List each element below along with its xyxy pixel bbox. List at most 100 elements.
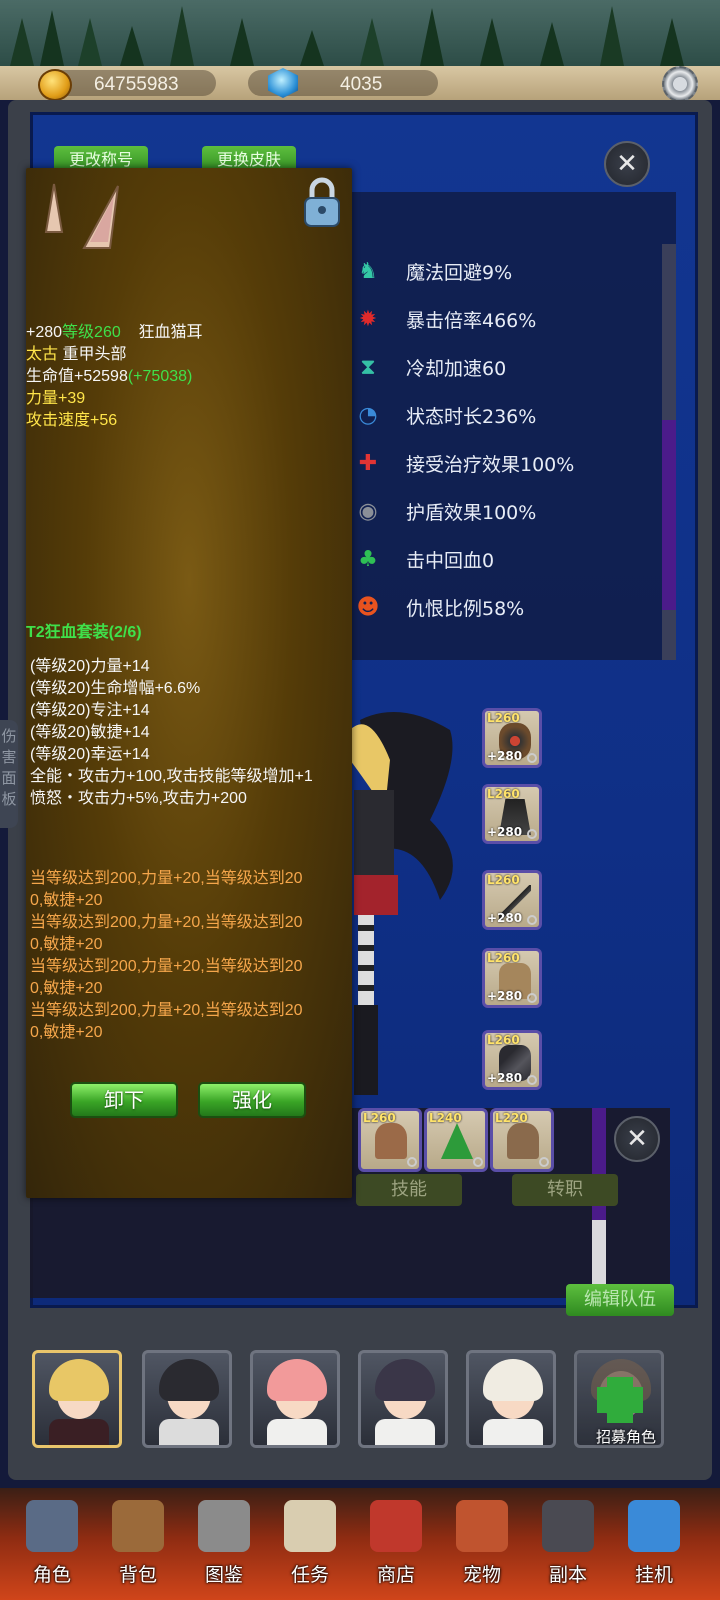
hat-item-icon [441, 1123, 473, 1159]
level-bonus-line: 当等级达到200,力量+20,当等级达到20 [30, 914, 303, 931]
heal-received-icon: ✚ [358, 451, 378, 476]
item-header-line: +280等级260 狂血猫耳 [26, 318, 203, 342]
close-panel-button[interactable]: ✕ [604, 141, 650, 187]
nav-backpack[interactable]: 背包 [98, 1494, 178, 1594]
unequip-button[interactable]: 卸下 [70, 1082, 178, 1118]
level-bonus-line: 当等级达到200,力量+20,当等级达到20 [30, 1002, 303, 1019]
close-icon: ✕ [616, 149, 638, 179]
character-portrait[interactable] [32, 1350, 122, 1448]
lock-icon [407, 1157, 417, 1167]
nav-idle[interactable]: 挂机 [614, 1494, 694, 1594]
shop-icon [370, 1500, 422, 1552]
stat-label: 冷却加速60 [406, 358, 507, 380]
settings-gear-icon[interactable] [662, 66, 698, 102]
portrait-hair [49, 1359, 109, 1401]
lock-icon [527, 915, 537, 925]
level-bonus-line: 0,敏捷+20 [30, 1024, 103, 1041]
close-inventory-button[interactable]: ✕ [614, 1116, 660, 1162]
slot-plus: +280 [487, 825, 523, 839]
damage-panel-tab[interactable]: 伤害面板 [0, 720, 18, 828]
status-duration-icon: ◔ [358, 403, 378, 428]
level-bonus-line: 当等级达到200,力量+20,当等级达到20 [30, 958, 303, 975]
set-bonus-line: 愤怒・攻击力+5%,攻击力+200 [30, 790, 247, 807]
portrait-body [159, 1419, 219, 1445]
nav-label: 挂机 [634, 1564, 673, 1586]
character-model [340, 700, 470, 1100]
portrait-body [375, 1419, 435, 1445]
dungeon-icon [542, 1500, 594, 1552]
item-type: 重甲头部 [62, 346, 127, 363]
nav-character[interactable]: 角色 [12, 1494, 92, 1594]
slot-level: L260 [487, 787, 520, 801]
inventory-slot[interactable]: L220 [490, 1108, 554, 1172]
nav-pets[interactable]: 宠物 [442, 1494, 522, 1594]
nav-shop[interactable]: 商店 [356, 1494, 436, 1594]
job-change-button[interactable]: 转职 [512, 1174, 618, 1206]
gold-amount: 64755983 [94, 74, 179, 95]
item-attack-speed: 攻击速度+56 [26, 412, 118, 429]
set-bonus-line: (等级20)力量+14 [30, 658, 150, 675]
portrait-body [267, 1419, 327, 1445]
slot-plus: +280 [487, 911, 523, 925]
item-plus: +280 [26, 324, 63, 341]
lock-icon [473, 1157, 483, 1167]
nav-label: 图鉴 [204, 1564, 243, 1586]
book-icon [198, 1500, 250, 1552]
helmet-icon [26, 1500, 78, 1552]
item-icon [507, 1123, 539, 1159]
equip-slot-boots[interactable]: L260 +280 [482, 1030, 542, 1090]
nav-label: 角色 [32, 1564, 71, 1586]
stat-label: 接受治疗效果100% [406, 454, 575, 476]
slot-plus: +280 [487, 1071, 523, 1085]
nav-label: 任务 [290, 1564, 329, 1586]
equip-slot-chest[interactable]: L260 +280 [482, 784, 542, 844]
stats-scroll-thumb[interactable] [662, 420, 676, 610]
pet-icon [456, 1500, 508, 1552]
enhance-button[interactable]: 强化 [198, 1082, 306, 1118]
gold-coin-icon [38, 69, 72, 101]
item-type-line: 太古 重甲头部 [26, 340, 126, 364]
close-icon: ✕ [626, 1124, 648, 1154]
stat-row: ◉ 护盾效果100% [350, 492, 650, 532]
inventory-slot[interactable]: L260 [358, 1108, 422, 1172]
equip-slot-goggles[interactable]: L260 +280 [482, 708, 542, 768]
stat-label: 护盾效果100% [406, 502, 537, 524]
portrait-hair [159, 1359, 219, 1401]
set-bonus-line: (等级20)生命增幅+6.6% [30, 680, 201, 697]
nav-label: 商店 [376, 1564, 415, 1586]
equip-slot-weapon[interactable]: L260 +280 [482, 870, 542, 930]
item-strength: 力量+39 [26, 390, 86, 407]
recruit-label: 招募角色 [596, 1428, 657, 1446]
stat-row: ◔ 状态时长236% [350, 396, 650, 436]
level-bonus-line: 0,敏捷+20 [30, 936, 103, 953]
skill-button[interactable]: 技能 [356, 1174, 462, 1206]
inventory-slot[interactable]: L240 [424, 1108, 488, 1172]
edit-team-button[interactable]: 编辑队伍 [566, 1284, 674, 1316]
lock-icon [539, 1157, 549, 1167]
set-bonus-line: (等级20)敏捷+14 [30, 724, 150, 741]
stat-label: 魔法回避9% [406, 262, 513, 284]
stat-row: ☻ 仇恨比例58% [350, 588, 650, 628]
character-portrait[interactable] [358, 1350, 448, 1448]
scroll-icon [284, 1500, 336, 1552]
lock-icon[interactable] [302, 176, 342, 228]
level-bonus-line: 0,敏捷+20 [30, 980, 103, 997]
item-tier: 太古 [26, 346, 59, 363]
slot-level: L240 [429, 1111, 462, 1125]
stats-list[interactable]: ♞ 魔法回避9% ✹ 暴击倍率466% ⧗ 冷却加速60 ◔ 状态时长236% … [350, 192, 676, 660]
character-portrait[interactable] [250, 1350, 340, 1448]
plus-icon-bar [597, 1387, 643, 1413]
character-portrait[interactable] [142, 1350, 232, 1448]
stat-label: 仇恨比例58% [406, 598, 525, 620]
nav-quests[interactable]: 任务 [270, 1494, 350, 1594]
item-hp-line: 生命值+52598(+75038) [26, 362, 192, 386]
stat-row: ♞ 魔法回避9% [350, 252, 650, 292]
stat-row: ⧗ 冷却加速60 [350, 348, 650, 388]
nav-codex[interactable]: 图鉴 [184, 1494, 264, 1594]
equip-slot-gloves[interactable]: L260 +280 [482, 948, 542, 1008]
stat-label: 状态时长236% [406, 406, 537, 428]
nav-dungeon[interactable]: 副本 [528, 1494, 608, 1594]
nav-label: 副本 [548, 1564, 587, 1586]
level-bonus-line: 当等级达到200,力量+20,当等级达到20 [30, 870, 303, 887]
character-portrait[interactable] [466, 1350, 556, 1448]
